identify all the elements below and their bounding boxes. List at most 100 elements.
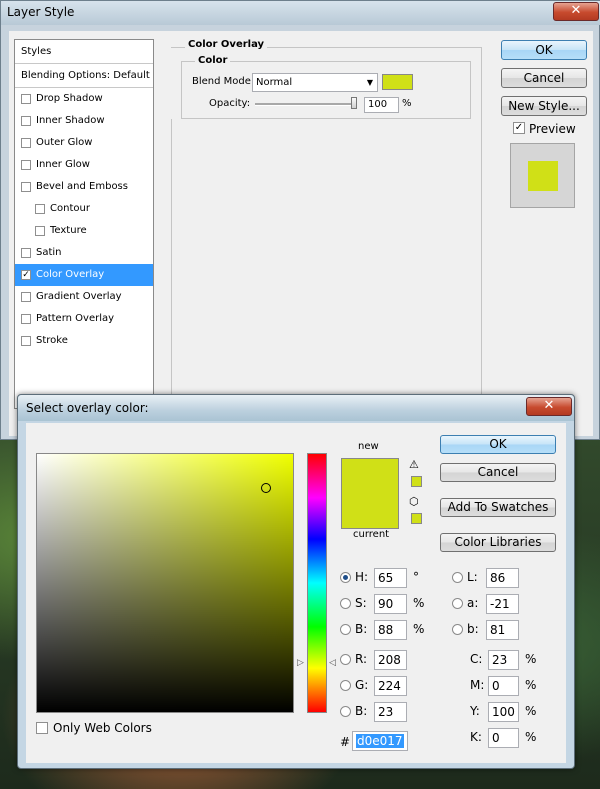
field-input-r[interactable]: 208 [374,650,407,670]
blending-options-item[interactable]: Blending Options: Default [15,64,153,88]
new-color-swatch [341,458,399,493]
field-input-m[interactable]: 0 [488,676,519,696]
radio-a[interactable] [452,598,463,609]
field-input-bl[interactable]: 23 [374,702,407,722]
style-item-bevel-and-emboss[interactable]: Bevel and Emboss [15,176,153,198]
opacity-slider-track[interactable] [255,103,357,106]
radio-g[interactable] [340,680,351,691]
style-checkbox[interactable] [21,292,31,302]
hue-arrow-left-icon[interactable]: ▷ [297,658,304,668]
style-checkbox[interactable] [21,138,31,148]
new-style-button[interactable]: New Style... [501,96,587,116]
cancel-button[interactable]: Cancel [501,68,587,88]
close-button[interactable]: ✕ [553,2,599,21]
style-item-label: Contour [50,203,90,214]
section-title: Color Overlay [185,39,268,50]
color-field-cursor[interactable] [261,483,271,493]
style-item-texture[interactable]: Texture [15,220,153,242]
style-item-drop-shadow[interactable]: Drop Shadow [15,88,153,110]
field-input-s[interactable]: 90 [374,594,407,614]
field-label-l: L: [467,570,478,584]
style-checkbox[interactable] [21,182,31,192]
warning-icon[interactable]: ⚠ [409,458,419,471]
opacity-slider-thumb[interactable] [351,97,357,109]
blend-mode-select[interactable]: Normal ▼ [252,73,378,92]
radio-bl[interactable] [340,706,351,717]
field-input-k[interactable]: 0 [488,728,519,748]
style-item-stroke[interactable]: Stroke [15,330,153,352]
opacity-input[interactable]: 100 [364,97,399,113]
hex-input[interactable]: d0e017 [352,731,408,751]
field-input-c[interactable]: 23 [488,650,519,670]
picker-title: Select overlay color: [26,401,149,415]
field-input-l[interactable]: 86 [486,568,519,588]
gamut-swatch[interactable] [411,476,422,487]
radio-r[interactable] [340,654,351,665]
field-label-m: M: [470,678,485,692]
web-cube-icon[interactable]: ⬡ [409,495,419,508]
style-item-outer-glow[interactable]: Outer Glow [15,132,153,154]
style-item-label: Texture [50,225,87,236]
style-item-gradient-overlay[interactable]: Gradient Overlay [15,286,153,308]
style-item-satin[interactable]: Satin [15,242,153,264]
style-checkbox[interactable] [21,314,31,324]
field-label-g: G: [355,678,369,692]
picker-close-button[interactable]: ✕ [526,397,572,416]
hue-arrow-right-icon[interactable]: ◁ [329,658,336,668]
style-checkbox[interactable] [21,116,31,126]
field-input-b[interactable]: 88 [374,620,407,640]
styles-header[interactable]: Styles [15,40,153,64]
add-to-swatches-button[interactable]: Add To Swatches [440,498,556,517]
picker-title-bar[interactable]: Select overlay color: ✕ [18,395,574,421]
field-input-b[interactable]: 81 [486,620,519,640]
style-checkbox[interactable] [21,336,31,346]
field-input-g[interactable]: 224 [374,676,407,696]
styles-list: Styles Blending Options: Default Drop Sh… [14,39,154,409]
hex-label: # [340,735,351,749]
style-item-inner-glow[interactable]: Inner Glow [15,154,153,176]
new-label: new [358,441,379,452]
style-item-label: Inner Shadow [36,115,105,126]
style-checkbox[interactable] [35,204,45,214]
chevron-down-icon: ▼ [366,78,373,87]
style-item-label: Stroke [36,335,68,346]
field-unit-m: % [525,678,537,692]
preview-checkbox[interactable]: ✓ [513,122,525,134]
radio-h[interactable] [340,572,351,583]
style-checkbox[interactable] [21,160,31,170]
style-checkbox[interactable]: ✓ [21,270,31,280]
web-safe-swatch[interactable] [411,513,422,524]
radio-b[interactable] [452,624,463,635]
picker-cancel-button[interactable]: Cancel [440,463,556,482]
style-item-contour[interactable]: Contour [15,198,153,220]
only-web-colors-checkbox[interactable] [36,722,48,734]
field-input-y[interactable]: 100 [488,702,519,722]
style-checkbox[interactable] [35,226,45,236]
radio-l[interactable] [452,572,463,583]
style-item-inner-shadow[interactable]: Inner Shadow [15,110,153,132]
style-item-color-overlay[interactable]: ✓ Color Overlay [15,264,153,286]
radio-b[interactable] [340,624,351,635]
ok-button[interactable]: OK [501,40,587,60]
field-input-h[interactable]: 65 [374,568,407,588]
style-item-label: Drop Shadow [36,93,103,104]
color-libraries-button[interactable]: Color Libraries [440,533,556,552]
picker-ok-button[interactable]: OK [440,435,556,454]
preview-swatch [528,161,558,191]
field-unit-k: % [525,730,537,744]
field-unit-h: ° [413,570,419,584]
current-color-swatch[interactable] [341,493,399,529]
color-field[interactable] [36,453,294,713]
overlay-color-swatch[interactable] [382,74,413,90]
hue-slider[interactable] [307,453,327,713]
style-item-label: Outer Glow [36,137,93,148]
preview-label: Preview [529,122,576,136]
blend-mode-value: Normal [256,77,293,88]
field-input-a[interactable]: -21 [486,594,519,614]
field-label-bl: B: [355,704,368,718]
style-item-pattern-overlay[interactable]: Pattern Overlay [15,308,153,330]
title-bar[interactable]: Layer Style ✕ [1,1,600,25]
radio-s[interactable] [340,598,351,609]
style-checkbox[interactable] [21,94,31,104]
style-checkbox[interactable] [21,248,31,258]
